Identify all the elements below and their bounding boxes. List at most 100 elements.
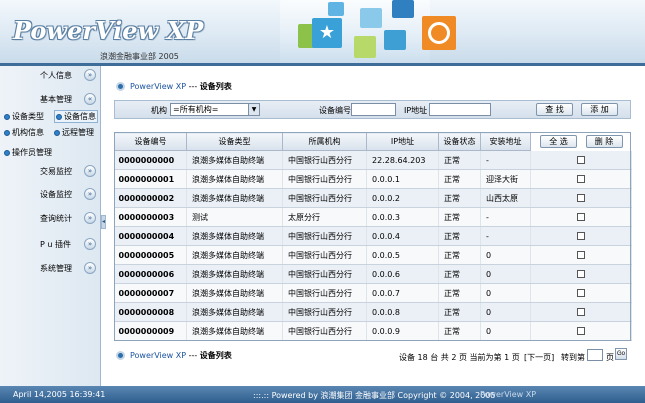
- col-header-org[interactable]: 所属机构: [282, 132, 367, 151]
- dropdown-arrow-icon[interactable]: ▼: [248, 104, 259, 115]
- chevron-down-icon[interactable]: »: [84, 69, 96, 81]
- add-button[interactable]: 添 加: [581, 103, 618, 116]
- org-select[interactable]: =所有机构= ▼: [170, 103, 260, 116]
- cell-device-type: 浪潮多媒体自助终端: [186, 302, 283, 322]
- sidebar-section-device-monitor[interactable]: 设备监控 »: [0, 185, 101, 203]
- breadcrumb: PowerView XP --- 设备列表: [116, 81, 232, 92]
- chevron-down-icon[interactable]: »: [84, 212, 96, 224]
- cell-install-addr: -: [480, 226, 531, 246]
- chevron-down-icon[interactable]: »: [84, 238, 96, 250]
- blue-block: [392, 0, 414, 18]
- sidebar-section-system[interactable]: 系统管理 »: [0, 259, 101, 277]
- cell-ip: 0.0.0.5: [366, 245, 439, 265]
- cell-install-addr: -: [480, 150, 531, 170]
- chevron-down-icon[interactable]: »: [84, 188, 96, 200]
- cell-device-no: 0000000003: [114, 207, 187, 227]
- cell-device-no: 0000000009: [114, 321, 187, 341]
- cell-select: [530, 207, 632, 227]
- row-checkbox[interactable]: [577, 289, 585, 297]
- col-header-device-type[interactable]: 设备类型: [186, 132, 283, 151]
- cell-ip: 22.28.64.203: [366, 150, 439, 170]
- row-checkbox[interactable]: [577, 175, 585, 183]
- sidebar-section-label: 个人信息: [40, 71, 72, 80]
- footer-product: PowerView XP: [480, 390, 537, 399]
- footer-copyright: :::.:: Powered by 浪潮集团 金融事业部 Copyright ©…: [253, 391, 496, 400]
- cell-select: [530, 245, 632, 265]
- cell-install-addr: 0: [480, 283, 531, 303]
- row-checkbox[interactable]: [577, 194, 585, 202]
- chevron-up-icon[interactable]: «: [84, 93, 96, 105]
- sidebar-item-device-info[interactable]: 设备信息: [54, 110, 98, 123]
- shirt-icon: [384, 30, 406, 50]
- cell-device-no: 0000000008: [114, 302, 187, 322]
- cell-select: [530, 321, 632, 341]
- chevron-down-icon[interactable]: »: [84, 262, 96, 274]
- row-checkbox[interactable]: [577, 213, 585, 221]
- table-row: 0000000007 浪潮多媒体自助终端 中国银行山西分行 0.0.0.7 正常 0: [114, 283, 632, 303]
- go-button[interactable]: Go: [615, 348, 627, 360]
- breadcrumb-root-link[interactable]: PowerView XP: [130, 351, 186, 360]
- sidebar-item-remote-mgmt[interactable]: 远程管理: [54, 127, 94, 138]
- sidebar-section-personal[interactable]: 个人信息 »: [0, 66, 101, 84]
- breadcrumb-root-link[interactable]: PowerView XP: [130, 82, 186, 91]
- bullet-icon: [56, 114, 62, 120]
- search-bar: 机构 =所有机构= ▼ 设备编号 IP地址 查 找 添 加: [114, 100, 631, 119]
- cell-select: [530, 264, 632, 284]
- cell-install-addr: -: [480, 207, 531, 227]
- sidebar-item-org-info[interactable]: 机构信息: [4, 127, 44, 138]
- sidebar-item-operator-mgmt[interactable]: 操作员管理: [4, 147, 52, 158]
- table-row: 0000000009 浪潮多媒体自助终端 中国银行山西分行 0.0.0.9 正常 0: [114, 321, 632, 341]
- row-checkbox[interactable]: [577, 155, 585, 164]
- cell-status: 正常: [438, 188, 481, 208]
- table-row: 0000000002 浪潮多媒体自助终端 中国银行山西分行 0.0.0.2 正常 山西太原: [114, 188, 632, 208]
- page-title-bottom: 设备列表: [199, 351, 232, 360]
- table-row: 0000000000 浪潮多媒体自助终端 中国银行山西分行 22.28.64.203 正…: [114, 150, 632, 170]
- table-actions: 全 选 删 除: [530, 132, 632, 151]
- select-all-button[interactable]: 全 选: [539, 135, 577, 148]
- cell-status: 正常: [438, 226, 481, 246]
- delete-button[interactable]: 删 除: [585, 135, 623, 148]
- sidebar-section-basic[interactable]: 基本管理 «: [0, 90, 101, 108]
- next-page-link[interactable]: [下一页]: [524, 352, 554, 363]
- cell-ip: 0.0.0.7: [366, 283, 439, 303]
- cell-status: 正常: [438, 264, 481, 284]
- cell-device-type: 浪潮多媒体自助终端: [186, 283, 283, 303]
- col-header-device-no[interactable]: 设备编号: [114, 132, 187, 151]
- sidebar-section-plugins[interactable]: P u 插件 »: [0, 235, 101, 253]
- col-header-status[interactable]: 设备状态: [438, 132, 481, 151]
- cell-device-no: 0000000006: [114, 264, 187, 284]
- chevron-down-icon[interactable]: »: [84, 165, 96, 177]
- page-number-input[interactable]: [587, 349, 603, 361]
- sidebar-section-trade-monitor[interactable]: 交易监控 »: [0, 162, 101, 180]
- sidebar-section-label: 查询统计: [40, 214, 72, 223]
- device-no-input[interactable]: [351, 103, 396, 116]
- ip-input[interactable]: [429, 103, 491, 116]
- folder-icon: [328, 2, 344, 16]
- cell-status: 正常: [438, 207, 481, 227]
- row-checkbox[interactable]: [577, 308, 585, 316]
- table-row: 0000000005 浪潮多媒体自助终端 中国银行山西分行 0.0.0.5 正常 0: [114, 245, 632, 265]
- row-checkbox[interactable]: [577, 270, 585, 278]
- app-subtitle: 浪潮金融事业部 2005: [100, 52, 179, 61]
- footer: April 14,2005 16:39:41 :::.:: Powered by…: [0, 386, 645, 403]
- col-header-install-addr[interactable]: 安装地址: [480, 132, 531, 151]
- sidebar-item-device-type[interactable]: 设备类型: [4, 111, 44, 122]
- row-checkbox[interactable]: [577, 327, 585, 335]
- cell-install-addr: 0: [480, 264, 531, 284]
- sidebar-section-query-stats[interactable]: 查询统计 »: [0, 209, 101, 227]
- col-header-ip[interactable]: IP地址: [366, 132, 439, 151]
- row-checkbox[interactable]: [577, 251, 585, 259]
- breadcrumb-bullet-icon: [116, 351, 125, 360]
- cell-org: 中国银行山西分行: [282, 245, 367, 265]
- cell-device-type: 浪潮多媒体自助终端: [186, 264, 283, 284]
- breadcrumb-bottom: PowerView XP --- 设备列表: [116, 350, 232, 361]
- cell-device-type: 浪潮多媒体自助终端: [186, 150, 283, 170]
- cell-ip: 0.0.0.4: [366, 226, 439, 246]
- cell-device-type: 浪潮多媒体自助终端: [186, 169, 283, 189]
- row-checkbox[interactable]: [577, 232, 585, 240]
- cell-status: 正常: [438, 150, 481, 170]
- cell-org: 中国银行山西分行: [282, 283, 367, 303]
- find-button[interactable]: 查 找: [536, 103, 573, 116]
- cell-device-type: 浪潮多媒体自助终端: [186, 188, 283, 208]
- cell-select: [530, 283, 632, 303]
